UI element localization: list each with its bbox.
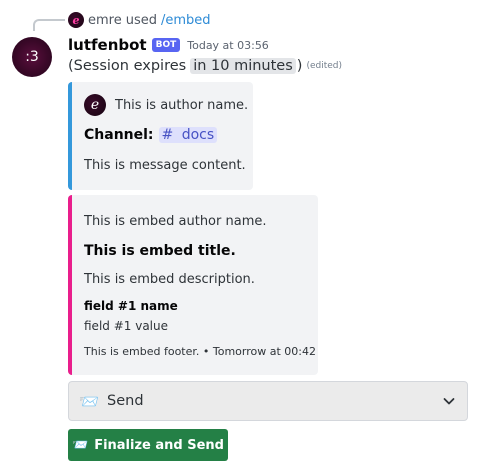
edited-marker: (edited) <box>306 61 343 71</box>
embed-description: This is message content. <box>84 158 246 173</box>
finalize-and-send-button[interactable]: 📨 Finalize and Send <box>68 429 228 461</box>
bot-avatar[interactable]: :3 <box>12 37 52 77</box>
bot-username[interactable]: lutfenbot <box>68 36 147 54</box>
embed-author-avatar: e <box>84 94 106 116</box>
message-timestamp: Today at 03:56 <box>187 38 269 52</box>
chevron-down-icon[interactable] <box>441 393 457 409</box>
embed-color-bar <box>68 82 72 190</box>
bot-tag-badge: BOT <box>151 38 181 52</box>
embed-description: This is embed description. <box>84 272 255 287</box>
embed-rich: This is embed author name. This is embed… <box>68 195 318 375</box>
reply-connector <box>33 19 65 31</box>
reply-used-text: used <box>125 12 157 28</box>
content-suffix: ) <box>296 58 303 74</box>
embed-title: Channel: # docs <box>84 127 218 143</box>
envelope-with-arrow-icon: 📨 <box>79 391 99 411</box>
reply-user-avatar[interactable]: e <box>68 12 84 28</box>
relative-time-chip[interactable]: in 10 minutes <box>190 58 296 74</box>
embed-field-value: field #1 value <box>84 319 168 333</box>
channel-name: docs <box>181 127 215 143</box>
channel-mention[interactable]: # docs <box>158 127 218 143</box>
message-header: lutfenbot BOT Today at 03:56 <box>68 35 269 55</box>
send-select-menu[interactable]: 📨 Send <box>68 381 468 421</box>
embed-channel: e This is author name. Channel: # docs T… <box>68 82 253 190</box>
select-label: Send <box>107 393 144 409</box>
button-label: Finalize and Send <box>94 437 224 453</box>
embed-field-name: field #1 name <box>84 299 178 313</box>
embed-title: This is embed title. <box>84 243 236 259</box>
embed-color-bar <box>68 195 72 375</box>
message-content: (Session expires in 10 minutes ) (edited… <box>68 56 342 76</box>
reply-username[interactable]: emre <box>88 13 122 28</box>
embed-title-label: Channel: <box>84 127 154 143</box>
content-prefix: (Session expires <box>68 58 187 74</box>
reply-reference[interactable]: e emre used /embed <box>68 11 211 29</box>
reply-command-link[interactable]: /embed <box>161 13 211 28</box>
embed-author-name: This is embed author name. <box>84 214 267 229</box>
embed-author-name: This is author name. <box>115 98 249 113</box>
channel-hash-icon: # <box>161 127 174 143</box>
embed-footer: This is embed footer. • Tomorrow at 00:4… <box>84 345 316 358</box>
envelope-icon: 📨 <box>72 437 89 453</box>
